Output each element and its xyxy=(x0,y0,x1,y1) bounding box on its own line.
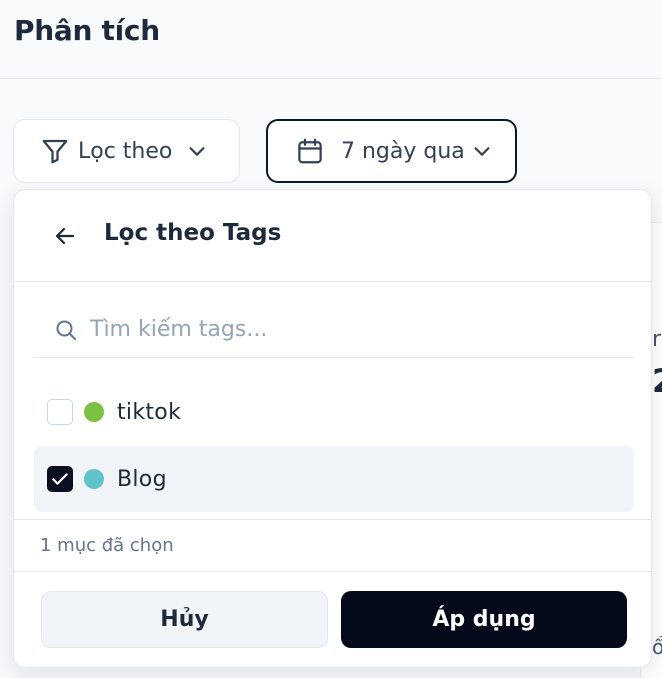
checkmark-icon xyxy=(52,473,68,485)
date-range-label: 7 ngày qua xyxy=(341,138,465,164)
tag-label: tiktok xyxy=(117,399,182,425)
tag-label: Blog xyxy=(117,466,167,492)
filter-by-button[interactable]: Lọc theo xyxy=(13,119,240,183)
tag-checkbox[interactable] xyxy=(47,399,73,425)
chevron-down-icon xyxy=(471,140,493,162)
tag-search-box xyxy=(34,302,634,358)
date-range-button[interactable]: 7 ngày qua xyxy=(266,119,517,183)
search-icon xyxy=(54,318,78,342)
tag-option-tiktok[interactable]: tiktok xyxy=(34,379,634,445)
tag-filter-dropdown: Lọc theo Tags tiktok Blog xyxy=(13,189,652,668)
apply-button[interactable]: Áp dụng xyxy=(341,591,627,648)
tag-option-blog[interactable]: Blog xyxy=(34,446,634,512)
page-title: Phân tích xyxy=(14,14,160,47)
background-card-text: ru xyxy=(652,327,662,352)
page-header: Phân tích xyxy=(0,0,662,79)
analytics-page: Phân tích Lọc theo 7 ngày qua r ổ Lọc th… xyxy=(0,0,662,678)
tag-color-dot xyxy=(84,402,104,422)
selection-summary: 1 mục đã chọn xyxy=(14,519,651,572)
calendar-icon xyxy=(295,136,325,166)
dropdown-title: Lọc theo Tags xyxy=(104,220,282,246)
selected-count-text: 1 mục đã chọn xyxy=(40,535,174,556)
dropdown-header: Lọc theo Tags xyxy=(14,190,651,282)
back-arrow-icon[interactable] xyxy=(52,223,78,249)
filter-funnel-icon xyxy=(40,136,70,166)
tag-checkbox[interactable] xyxy=(47,466,73,492)
tag-color-dot xyxy=(84,469,104,489)
chevron-down-icon xyxy=(186,140,208,162)
background-card-value: 2 xyxy=(652,362,662,400)
background-card-text: ổ xyxy=(652,635,662,659)
tag-search-input[interactable] xyxy=(90,317,610,342)
filter-by-label: Lọc theo xyxy=(78,138,173,164)
cancel-button[interactable]: Hủy xyxy=(41,591,328,648)
